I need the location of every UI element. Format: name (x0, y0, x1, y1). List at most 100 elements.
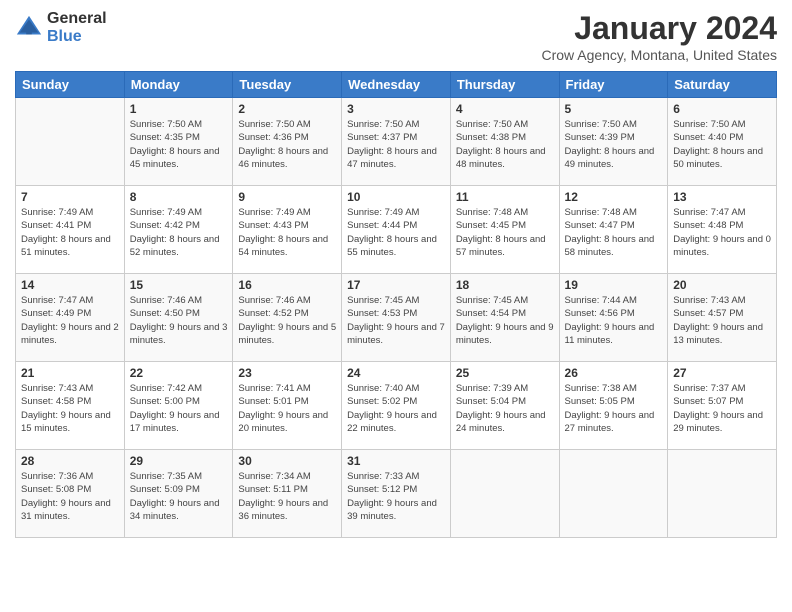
calendar-cell-3-2: 23 Sunrise: 7:41 AM Sunset: 5:01 PM Dayl… (233, 362, 342, 450)
daylight-text: Daylight: 9 hours and 36 minutes. (238, 498, 328, 522)
sunrise-text: Sunrise: 7:42 AM (130, 383, 202, 394)
day-info: Sunrise: 7:45 AM Sunset: 4:54 PM Dayligh… (456, 294, 554, 347)
day-info: Sunrise: 7:43 AM Sunset: 4:57 PM Dayligh… (673, 294, 771, 347)
day-number: 31 (347, 454, 445, 468)
sunset-text: Sunset: 4:49 PM (21, 308, 91, 319)
daylight-text: Daylight: 8 hours and 49 minutes. (565, 146, 655, 170)
calendar-cell-3-0: 21 Sunrise: 7:43 AM Sunset: 4:58 PM Dayl… (16, 362, 125, 450)
calendar-cell-4-0: 28 Sunrise: 7:36 AM Sunset: 5:08 PM Dayl… (16, 450, 125, 538)
header-friday: Friday (559, 72, 668, 98)
sunset-text: Sunset: 4:43 PM (238, 220, 308, 231)
daylight-text: Daylight: 9 hours and 22 minutes. (347, 410, 437, 434)
header-tuesday: Tuesday (233, 72, 342, 98)
sunrise-text: Sunrise: 7:46 AM (130, 295, 202, 306)
daylight-text: Daylight: 9 hours and 20 minutes. (238, 410, 328, 434)
day-info: Sunrise: 7:44 AM Sunset: 4:56 PM Dayligh… (565, 294, 663, 347)
day-info: Sunrise: 7:45 AM Sunset: 4:53 PM Dayligh… (347, 294, 445, 347)
sunset-text: Sunset: 4:37 PM (347, 132, 417, 143)
daylight-text: Daylight: 9 hours and 11 minutes. (565, 322, 655, 346)
daylight-text: Daylight: 9 hours and 24 minutes. (456, 410, 546, 434)
calendar-cell-1-3: 10 Sunrise: 7:49 AM Sunset: 4:44 PM Dayl… (342, 186, 451, 274)
daylight-text: Daylight: 8 hours and 58 minutes. (565, 234, 655, 258)
sunset-text: Sunset: 4:41 PM (21, 220, 91, 231)
week-row-4: 28 Sunrise: 7:36 AM Sunset: 5:08 PM Dayl… (16, 450, 777, 538)
calendar-cell-0-2: 2 Sunrise: 7:50 AM Sunset: 4:36 PM Dayli… (233, 98, 342, 186)
sunset-text: Sunset: 5:05 PM (565, 396, 635, 407)
calendar-cell-3-1: 22 Sunrise: 7:42 AM Sunset: 5:00 PM Dayl… (124, 362, 233, 450)
calendar-cell-2-4: 18 Sunrise: 7:45 AM Sunset: 4:54 PM Dayl… (450, 274, 559, 362)
day-number: 28 (21, 454, 119, 468)
sunrise-text: Sunrise: 7:47 AM (21, 295, 93, 306)
calendar-cell-2-5: 19 Sunrise: 7:44 AM Sunset: 4:56 PM Dayl… (559, 274, 668, 362)
sunrise-text: Sunrise: 7:47 AM (673, 207, 745, 218)
sunrise-text: Sunrise: 7:49 AM (130, 207, 202, 218)
day-number: 25 (456, 366, 554, 380)
calendar-cell-0-3: 3 Sunrise: 7:50 AM Sunset: 4:37 PM Dayli… (342, 98, 451, 186)
day-info: Sunrise: 7:35 AM Sunset: 5:09 PM Dayligh… (130, 470, 228, 523)
day-number: 4 (456, 102, 554, 116)
calendar-cell-0-1: 1 Sunrise: 7:50 AM Sunset: 4:35 PM Dayli… (124, 98, 233, 186)
sunset-text: Sunset: 5:02 PM (347, 396, 417, 407)
sunset-text: Sunset: 4:44 PM (347, 220, 417, 231)
sunrise-text: Sunrise: 7:40 AM (347, 383, 419, 394)
daylight-text: Daylight: 9 hours and 34 minutes. (130, 498, 220, 522)
calendar-cell-1-1: 8 Sunrise: 7:49 AM Sunset: 4:42 PM Dayli… (124, 186, 233, 274)
calendar-cell-0-4: 4 Sunrise: 7:50 AM Sunset: 4:38 PM Dayli… (450, 98, 559, 186)
day-number: 17 (347, 278, 445, 292)
page: General Blue January 2024 Crow Agency, M… (0, 0, 792, 612)
sunrise-text: Sunrise: 7:44 AM (565, 295, 637, 306)
calendar-cell-0-0 (16, 98, 125, 186)
day-info: Sunrise: 7:46 AM Sunset: 4:50 PM Dayligh… (130, 294, 228, 347)
day-number: 18 (456, 278, 554, 292)
sunrise-text: Sunrise: 7:36 AM (21, 471, 93, 482)
sunrise-text: Sunrise: 7:38 AM (565, 383, 637, 394)
daylight-text: Daylight: 9 hours and 29 minutes. (673, 410, 763, 434)
day-info: Sunrise: 7:39 AM Sunset: 5:04 PM Dayligh… (456, 382, 554, 435)
day-number: 29 (130, 454, 228, 468)
week-row-1: 7 Sunrise: 7:49 AM Sunset: 4:41 PM Dayli… (16, 186, 777, 274)
sunrise-text: Sunrise: 7:33 AM (347, 471, 419, 482)
sunset-text: Sunset: 5:11 PM (238, 484, 308, 495)
calendar-cell-1-5: 12 Sunrise: 7:48 AM Sunset: 4:47 PM Dayl… (559, 186, 668, 274)
day-number: 2 (238, 102, 336, 116)
calendar-cell-2-3: 17 Sunrise: 7:45 AM Sunset: 4:53 PM Dayl… (342, 274, 451, 362)
calendar-cell-3-3: 24 Sunrise: 7:40 AM Sunset: 5:02 PM Dayl… (342, 362, 451, 450)
day-info: Sunrise: 7:47 AM Sunset: 4:49 PM Dayligh… (21, 294, 119, 347)
calendar-cell-4-3: 31 Sunrise: 7:33 AM Sunset: 5:12 PM Dayl… (342, 450, 451, 538)
header: General Blue January 2024 Crow Agency, M… (15, 10, 777, 63)
daylight-text: Daylight: 9 hours and 2 minutes. (21, 322, 119, 346)
sunset-text: Sunset: 4:50 PM (130, 308, 200, 319)
calendar-cell-4-2: 30 Sunrise: 7:34 AM Sunset: 5:11 PM Dayl… (233, 450, 342, 538)
calendar-cell-0-5: 5 Sunrise: 7:50 AM Sunset: 4:39 PM Dayli… (559, 98, 668, 186)
day-info: Sunrise: 7:37 AM Sunset: 5:07 PM Dayligh… (673, 382, 771, 435)
sunrise-text: Sunrise: 7:41 AM (238, 383, 310, 394)
day-number: 16 (238, 278, 336, 292)
logo-icon (15, 14, 43, 42)
day-number: 27 (673, 366, 771, 380)
week-row-0: 1 Sunrise: 7:50 AM Sunset: 4:35 PM Dayli… (16, 98, 777, 186)
sunset-text: Sunset: 5:09 PM (130, 484, 200, 495)
sunset-text: Sunset: 4:54 PM (456, 308, 526, 319)
header-monday: Monday (124, 72, 233, 98)
day-info: Sunrise: 7:48 AM Sunset: 4:47 PM Dayligh… (565, 206, 663, 259)
day-info: Sunrise: 7:33 AM Sunset: 5:12 PM Dayligh… (347, 470, 445, 523)
sunrise-text: Sunrise: 7:50 AM (130, 119, 202, 130)
sunset-text: Sunset: 5:08 PM (21, 484, 91, 495)
sunset-text: Sunset: 5:12 PM (347, 484, 417, 495)
day-number: 7 (21, 190, 119, 204)
sunrise-text: Sunrise: 7:39 AM (456, 383, 528, 394)
daylight-text: Daylight: 8 hours and 46 minutes. (238, 146, 328, 170)
day-number: 1 (130, 102, 228, 116)
daylight-text: Daylight: 9 hours and 15 minutes. (21, 410, 111, 434)
logo-blue-text: Blue (47, 28, 107, 46)
day-number: 23 (238, 366, 336, 380)
day-info: Sunrise: 7:38 AM Sunset: 5:05 PM Dayligh… (565, 382, 663, 435)
day-number: 15 (130, 278, 228, 292)
calendar-cell-2-2: 16 Sunrise: 7:46 AM Sunset: 4:52 PM Dayl… (233, 274, 342, 362)
sunrise-text: Sunrise: 7:49 AM (347, 207, 419, 218)
calendar-cell-3-6: 27 Sunrise: 7:37 AM Sunset: 5:07 PM Dayl… (668, 362, 777, 450)
day-number: 5 (565, 102, 663, 116)
header-saturday: Saturday (668, 72, 777, 98)
day-info: Sunrise: 7:50 AM Sunset: 4:38 PM Dayligh… (456, 118, 554, 171)
week-row-3: 21 Sunrise: 7:43 AM Sunset: 4:58 PM Dayl… (16, 362, 777, 450)
